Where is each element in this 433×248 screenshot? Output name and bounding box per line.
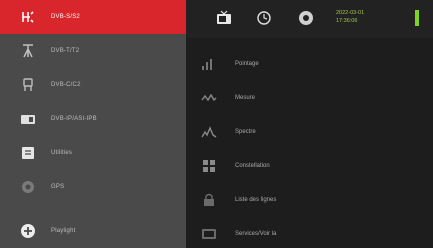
sidebar-item-dvb-s[interactable]: DVB-S/S2 bbox=[0, 0, 186, 34]
add-circle-icon bbox=[20, 223, 36, 239]
sidebar-item-gps[interactable]: GPS bbox=[0, 170, 186, 204]
menu-item-label: Mesure bbox=[235, 95, 256, 101]
tv-icon bbox=[201, 226, 217, 242]
sidebar-item-dvb-t[interactable]: DVB-T/T2 bbox=[0, 34, 186, 68]
spectrum-icon bbox=[201, 124, 217, 140]
sidebar-item-label: DVB-C/C2 bbox=[51, 82, 81, 88]
sidebar-item-utilities[interactable]: Utilities bbox=[0, 136, 186, 170]
menu-item-label: Liste des lignes bbox=[235, 197, 277, 203]
menu-item-mesure[interactable]: Mesure bbox=[186, 81, 433, 115]
sidebar-item-dvb-c[interactable]: DVB-C/C2 bbox=[0, 68, 186, 102]
tv-icon[interactable] bbox=[216, 10, 232, 26]
sidebar-item-label: DVB-S/S2 bbox=[51, 14, 80, 20]
menu-item-services[interactable]: Services/Voir la bbox=[186, 217, 433, 248]
signal-bars-icon bbox=[201, 56, 217, 72]
constellation-icon bbox=[201, 158, 217, 174]
main-panel: 2022-03-01 17:36:06 Pointage Mesure Spec… bbox=[186, 0, 433, 248]
battery-icon bbox=[414, 9, 420, 27]
sidebar-item-label: DVB-IP/ASI-IPB bbox=[51, 116, 97, 122]
status-bar: 2022-03-01 17:36:06 bbox=[186, 0, 433, 38]
menu-item-label: Pointage bbox=[235, 61, 259, 67]
sidebar-item-label: DVB-T/T2 bbox=[51, 48, 80, 54]
menu-item-label: Services/Voir la bbox=[235, 231, 277, 237]
lock-icon bbox=[201, 192, 217, 208]
antenna-signal-icon bbox=[20, 9, 36, 25]
sidebar-item-label: Playlight bbox=[51, 228, 76, 234]
gear-icon bbox=[20, 179, 36, 195]
menu-item-liste-lignes[interactable]: Liste des lignes bbox=[186, 183, 433, 217]
screen: DVB-S/S2 DVB-T/T2 DVB-C/C2 DVB-IP/ASI-IP… bbox=[0, 0, 433, 248]
time-text: 17:36:06 bbox=[336, 18, 358, 24]
antenna-tower-icon bbox=[20, 43, 36, 59]
cable-plug-icon bbox=[20, 77, 36, 93]
datetime-display: 2022-03-01 17:36:06 bbox=[336, 9, 364, 25]
menu-item-label: Spectre bbox=[235, 129, 256, 135]
waveform-icon bbox=[201, 90, 217, 106]
ip-box-icon bbox=[20, 111, 36, 127]
clock-icon[interactable] bbox=[256, 10, 272, 26]
sidebar-item-label: GPS bbox=[51, 184, 65, 190]
date-text: 2022-03-01 bbox=[336, 10, 365, 16]
sidebar-item-playlight[interactable]: Playlight bbox=[0, 214, 186, 248]
sidebar-item-label: Utilities bbox=[51, 150, 73, 156]
menu-item-pointage[interactable]: Pointage bbox=[186, 47, 433, 81]
document-icon bbox=[20, 145, 36, 161]
sidebar: DVB-S/S2 DVB-T/T2 DVB-C/C2 DVB-IP/ASI-IP… bbox=[0, 0, 186, 248]
menu-item-spectre[interactable]: Spectre bbox=[186, 115, 433, 149]
menu-item-constellation[interactable]: Constellation bbox=[186, 149, 433, 183]
menu-item-label: Constellation bbox=[235, 163, 270, 169]
settings-gear-icon[interactable] bbox=[298, 10, 314, 26]
sidebar-item-dvb-ip[interactable]: DVB-IP/ASI-IPB bbox=[0, 102, 186, 136]
